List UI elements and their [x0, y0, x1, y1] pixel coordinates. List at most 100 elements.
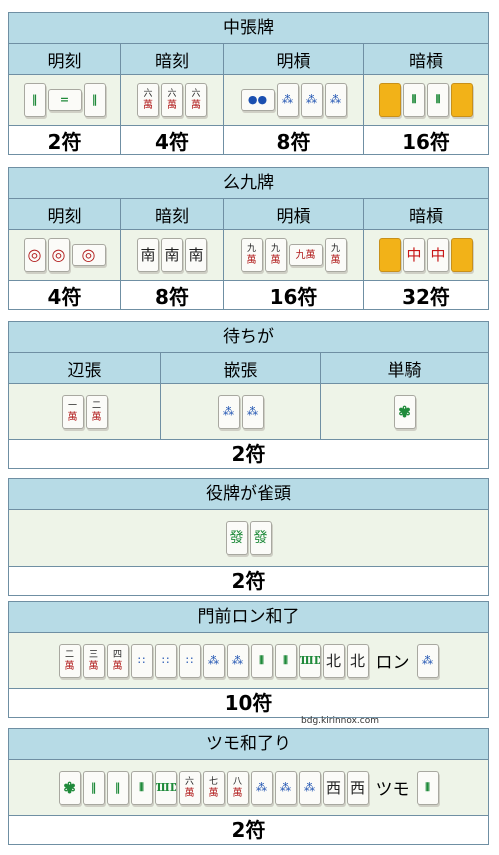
points-value: 10符	[224, 691, 273, 715]
wan-tile-icon: 九萬	[264, 238, 287, 272]
pin-tile-icon: ⁂	[324, 83, 347, 117]
section-title: 待ちが	[9, 322, 488, 353]
tile-row: ✾ ‖ ‖ ⦀ ⅧⅨ 六萬 七萬 八萬 ⁂ ⁂ ⁂ 西 西 ツモ ⦀	[9, 760, 488, 816]
points-value: 2符	[9, 126, 121, 154]
green-dragon-tile-icon: 發	[249, 521, 272, 555]
pin-tile-icon: ∷	[178, 643, 201, 678]
pin-tile-icon: ∷	[130, 643, 153, 678]
ankan-tiles: ⦀ ⦀	[364, 75, 488, 125]
section-yakuhai-pair: 役牌が雀頭 發 發 2符	[8, 478, 489, 596]
section-title: 么九牌	[9, 168, 488, 199]
south-tile-icon: 南	[161, 238, 183, 272]
tanki-tiles: ✾	[321, 384, 488, 439]
tile-back-icon	[451, 238, 473, 272]
pin-tile-icon: ⁂	[274, 770, 297, 805]
header-row: 明刻 暗刻 明槓 暗槓	[9, 199, 488, 230]
points-value: 4符	[121, 126, 224, 154]
green-dragon-tile-icon: 發	[225, 521, 248, 555]
pin-tile-icon: ⁂	[241, 394, 264, 429]
points-value: 2符	[231, 569, 266, 593]
wan-tile-icon: 三萬	[82, 643, 105, 678]
south-tile-icon: 南	[185, 238, 207, 272]
anko-tiles: 六萬 六萬 六萬	[121, 75, 224, 125]
wan-tile-icon: 六萬	[161, 83, 183, 117]
points-value: 16符	[224, 281, 364, 309]
minkan-tiles: ●● ⁂ ⁂ ⁂	[224, 75, 364, 125]
points-row: 2符 4符 8符 16符	[9, 126, 488, 154]
minkan-tiles: 九萬 九萬 九萬 九萬	[224, 230, 364, 280]
wan-tile-sideways-icon: 九萬	[288, 244, 323, 266]
pin-tile-icon: ⁂	[276, 83, 299, 117]
sou-tile-icon: ⦀	[250, 643, 273, 678]
pin-tile-icon: ⁂	[250, 770, 273, 805]
wan-tile-icon: 九萬	[240, 238, 263, 272]
north-tile-icon: 北	[346, 643, 369, 678]
sou-tile-icon: ‖	[83, 83, 106, 117]
one-sou-bird-tile-icon: ✾	[58, 770, 81, 805]
sou-tile-icon: ‖	[23, 83, 46, 117]
penchan-tiles: 一萬 二萬	[9, 384, 161, 439]
sou-tile-icon: ⦀	[274, 643, 297, 678]
section-title: 中張牌	[9, 13, 488, 44]
north-tile-icon: 北	[322, 643, 345, 678]
points-value: 2符	[231, 442, 266, 466]
red-dragon-tile-icon: 中	[427, 238, 449, 272]
wan-tile-icon: 九萬	[324, 238, 347, 272]
col-kanchan: 嵌張	[161, 353, 321, 383]
points-value: 4符	[9, 281, 121, 309]
col-minko: 明刻	[9, 199, 121, 229]
points-value: 8符	[121, 281, 224, 309]
header-row: 明刻 暗刻 明槓 暗槓	[9, 44, 488, 75]
one-sou-bird-tile-icon: ✾	[393, 394, 416, 429]
points-value: 32符	[402, 284, 450, 309]
section-chunchan: 中張牌 明刻 暗刻 明槓 暗槓 ‖ = ‖ 六萬 六萬 六萬 ●● ⁂ ⁂ ⁂ …	[8, 12, 489, 155]
wan-tile-icon: 八萬	[226, 770, 249, 805]
col-tanki: 単騎	[387, 360, 422, 381]
section-title: ツモ和了り	[9, 729, 488, 760]
section-tsumo: ツモ和了り ✾ ‖ ‖ ⦀ ⅧⅨ 六萬 七萬 八萬 ⁂ ⁂ ⁂ 西 西 ツモ ⦀…	[8, 728, 489, 845]
col-ankan: 暗槓	[409, 206, 443, 227]
minko-tiles: ◎ ◎ ◎	[9, 230, 121, 280]
wan-tile-icon: 六萬	[185, 83, 207, 117]
col-anko: 暗刻	[121, 199, 224, 229]
south-tile-icon: 南	[137, 238, 159, 272]
sou-tile-sideways-icon: =	[47, 89, 82, 111]
section-wait: 待ちが 辺張 嵌張 単騎 一萬 二萬 ⁂ ⁂ ✾ 2符	[8, 321, 489, 469]
points-value: 8符	[224, 126, 364, 154]
west-tile-icon: 西	[322, 770, 345, 805]
sou-tile-icon: ⦀	[416, 770, 439, 805]
section-title: 門前ロン和了	[9, 602, 488, 633]
sou-tile-icon: ⅧⅨ	[298, 643, 321, 678]
wan-tile-icon: 四萬	[106, 643, 129, 678]
tile-back-icon	[379, 83, 401, 117]
pin-tile-sideways-icon: ●●	[240, 89, 275, 111]
pin-tile-icon: ⁂	[300, 83, 323, 117]
tile-back-icon	[379, 238, 401, 272]
points-row: 4符 8符 16符 32符	[9, 281, 488, 309]
wan-tile-icon: 二萬	[85, 394, 108, 429]
tile-row: ◎ ◎ ◎ 南 南 南 九萬 九萬 九萬 九萬 中 中	[9, 230, 488, 281]
points-value: 16符	[402, 129, 450, 154]
pin-tile-sideways-icon: ◎	[71, 244, 106, 266]
pin-tile-icon: ◎	[23, 238, 46, 272]
ron-label: ロン	[375, 653, 410, 673]
col-minkan: 明槓	[224, 44, 364, 74]
points-value: 2符	[231, 818, 266, 842]
wan-tile-icon: 六萬	[137, 83, 159, 117]
sou-tile-icon: ⦀	[403, 83, 425, 117]
wan-tile-icon: 一萬	[61, 394, 84, 429]
section-menzen-ron: 門前ロン和了 二萬 三萬 四萬 ∷ ∷ ∷ ⁂ ⁂ ⦀ ⦀ ⅧⅨ 北 北 ロン …	[8, 601, 489, 718]
tile-row: 一萬 二萬 ⁂ ⁂ ✾	[9, 384, 488, 440]
ankan-tiles: 中 中	[364, 230, 488, 280]
tile-row: 發 發	[9, 510, 488, 567]
sou-tile-icon: ‖	[106, 770, 129, 805]
pin-tile-icon: ⁂	[416, 643, 439, 678]
sou-tile-icon: ‖	[82, 770, 105, 805]
kanchan-tiles: ⁂ ⁂	[161, 384, 321, 439]
section-yaochu: 么九牌 明刻 暗刻 明槓 暗槓 ◎ ◎ ◎ 南 南 南 九萬 九萬 九萬 九萬 …	[8, 167, 489, 310]
col-penchan: 辺張	[9, 353, 161, 383]
wan-tile-icon: 二萬	[58, 643, 81, 678]
section-title: 役牌が雀頭	[9, 479, 488, 510]
tile-row: 二萬 三萬 四萬 ∷ ∷ ∷ ⁂ ⁂ ⦀ ⦀ ⅧⅨ 北 北 ロン ⁂	[9, 633, 488, 689]
col-minko: 明刻	[9, 44, 121, 74]
